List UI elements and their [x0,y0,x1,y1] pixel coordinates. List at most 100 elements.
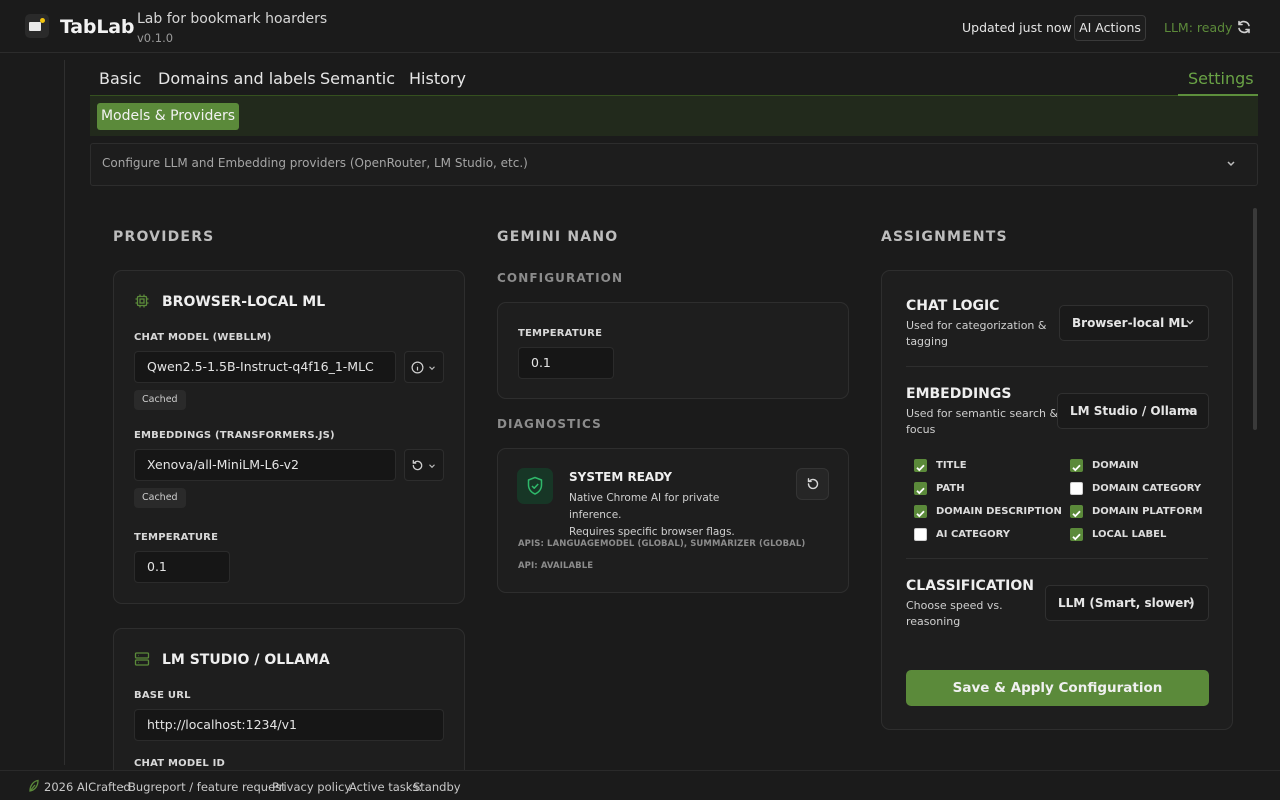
check-icon [1072,510,1081,518]
ai-actions-button[interactable]: AI Actions [1074,15,1146,41]
server-icon [134,652,150,666]
checkbox[interactable] [914,528,927,541]
chat-logic-title: CHAT LOGIC [906,298,1000,314]
checkbox-label[interactable]: DOMAIN PLATFORM [1092,506,1203,517]
app-name: TabLab [60,16,135,38]
chat-logic-desc-line-2: tagging [906,335,949,348]
configuration-heading: CONFIGURATION [497,271,624,285]
footer-copyright: 2026 AICrafted [44,780,131,794]
classification-desc: Choose speed vs. reasoning [906,598,1003,630]
privacy-policy-link[interactable]: Privacy policy [272,780,351,794]
embeddings-desc-line-1: Used for semantic search & [906,407,1059,420]
chat-model-cached-badge: Cached [134,390,186,410]
active-tasks-label: Active tasks: [349,780,423,794]
embeddings-cached-badge: Cached [134,488,186,508]
gemini-temperature-label: TEMPERATURE [518,328,603,339]
checkbox-label[interactable]: DOMAIN DESCRIPTION [936,506,1062,517]
system-status-title: SYSTEM READY [569,470,672,484]
subtab-models-providers[interactable]: Models & Providers [97,103,239,130]
footer-separator: · [265,780,269,794]
embeddings-input[interactable]: Xenova/all-MiniLM-L6-v2 [134,449,396,481]
accordion-text: Configure LLM and Embedding providers (O… [102,156,528,170]
check-icon [1072,533,1081,541]
embeddings-select[interactable]: LM Studio / Ollama [1057,393,1209,429]
chevron-down-icon [1186,320,1194,325]
checkbox[interactable] [914,459,927,472]
gemini-heading: GEMINI NANO [497,229,619,245]
tab-semantic[interactable]: Semantic [320,69,395,88]
checkbox[interactable] [1070,528,1083,541]
chevron-down-icon [1186,408,1194,413]
divider [906,366,1208,367]
temperature-label: TEMPERATURE [134,532,219,543]
rotate-icon [807,478,819,490]
chat-logic-select[interactable]: Browser-local ML [1059,305,1209,341]
subnav-strip [90,96,1258,136]
classification-select[interactable]: LLM (Smart, slower) [1045,585,1209,621]
chat-model-input[interactable]: Qwen2.5-1.5B-Instruct-q4f16_1-MLC [134,351,396,383]
checkbox-label[interactable]: PATH [936,483,965,494]
app-subtitle: Lab for bookmark hoarders [137,11,328,27]
apis-list: APIS: LANGUAGEMODEL (GLOBAL), SUMMARIZER… [518,539,806,549]
checkbox[interactable] [1070,482,1083,495]
embeddings-label: EMBEDDINGS (TRANSFORMERS.JS) [134,430,335,441]
providers-accordion[interactable]: Configure LLM and Embedding providers (O… [90,143,1258,186]
app-logo-icon [25,14,49,38]
check-icon [1072,464,1081,472]
system-status-desc-line-1: Native Chrome AI for private inference. [569,492,720,521]
diagnostics-refresh-button[interactable] [796,468,829,500]
chat-logic-select-value: Browser-local ML [1072,316,1189,330]
checkbox[interactable] [914,505,927,518]
assignments-heading: ASSIGNMENTS [881,229,1008,245]
tab-settings[interactable]: Settings [1188,69,1254,88]
divider [906,558,1208,559]
save-apply-button[interactable]: Save & Apply Configuration [906,670,1209,706]
checkbox[interactable] [1070,505,1083,518]
classification-select-value: LLM (Smart, slower) [1058,596,1195,610]
classification-desc-line-2: reasoning [906,615,961,628]
footer: 2026 AICrafted · Bugreport / feature req… [0,770,1280,800]
chevron-down-icon [429,366,435,371]
shield-check-icon [517,468,553,504]
scrollbar[interactable] [1253,208,1257,430]
lm-studio-title: LM STUDIO / OLLAMA [162,652,330,668]
footer-separator: · [121,780,125,794]
embeddings-reload-button[interactable] [404,449,444,481]
checkbox-label[interactable]: TITLE [936,460,967,471]
api-availability: API: AVAILABLE [518,561,594,571]
updated-status: Updated just now [962,20,1072,35]
gemini-temperature-input[interactable]: 0.1 [518,347,614,379]
embeddings-select-value: LM Studio / Ollama [1070,404,1198,418]
tab-basic[interactable]: Basic [99,69,141,88]
checkbox-label[interactable]: DOMAIN [1092,460,1139,471]
cpu-icon [135,294,149,308]
classification-title: CLASSIFICATION [906,578,1034,594]
checkbox-label[interactable]: LOCAL LABEL [1092,529,1166,540]
checkbox-label[interactable]: AI CATEGORY [936,529,1010,540]
tab-history[interactable]: History [409,69,466,88]
chat-model-info-button[interactable] [404,351,444,383]
check-icon [916,464,925,472]
embeddings-title: EMBEDDINGS [906,386,1012,402]
base-url-input[interactable]: http://localhost:1234/v1 [134,709,444,741]
chevron-down-icon [1227,161,1235,167]
diagnostics-heading: DIAGNOSTICS [497,417,602,431]
temperature-input[interactable]: 0.1 [134,551,230,583]
chat-model-label: CHAT MODEL (WEBLLM) [134,332,272,343]
chevron-down-icon [1186,600,1194,605]
llm-status: LLM: ready [1164,20,1233,35]
providers-heading: PROVIDERS [113,229,215,245]
active-tasks-value: Standby [413,780,461,794]
checkbox[interactable] [914,482,927,495]
embeddings-desc: Used for semantic search & focus [906,406,1058,438]
bugreport-link[interactable]: Bugreport / feature request [128,780,286,794]
info-icon [411,361,424,374]
checkbox[interactable] [1070,459,1083,472]
leaf-icon [29,779,39,792]
checkbox-label[interactable]: DOMAIN CATEGORY [1092,483,1201,494]
chat-model-id-label: CHAT MODEL ID [134,758,226,769]
top-bar: TabLab Lab for bookmark hoarders v0.1.0 … [0,0,1280,53]
refresh-icon[interactable] [1236,19,1252,35]
system-status-desc: Native Chrome AI for private inference. … [569,490,769,541]
tab-domains-and-labels[interactable]: Domains and labels [158,69,316,88]
